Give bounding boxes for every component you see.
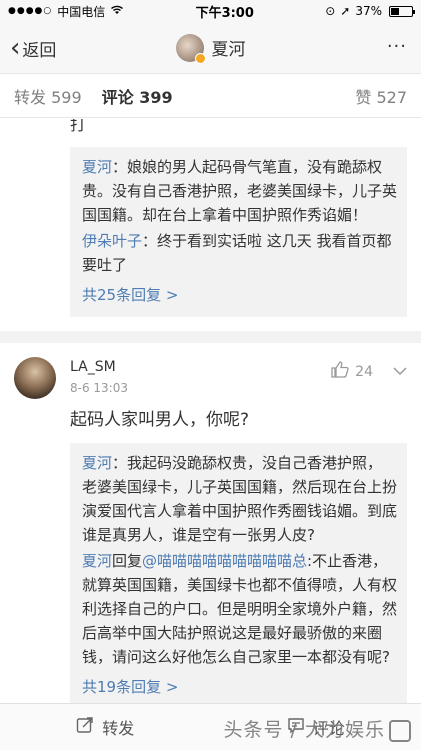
comment-text: 起码人家叫男人，你呢? bbox=[70, 410, 250, 430]
reply-username[interactable]: 夏河 bbox=[82, 552, 112, 570]
avatar[interactable] bbox=[14, 357, 56, 399]
comment-actions: 24 bbox=[331, 361, 407, 382]
tab-likes[interactable]: 赞 527 bbox=[355, 84, 407, 108]
battery-percent: 37% bbox=[355, 4, 382, 18]
lock-rotation-icon: ⊙ bbox=[325, 4, 336, 18]
tab-comments-count: 399 bbox=[139, 87, 173, 107]
reply-item[interactable]: 夏河：娘娘的男人起码骨气笔直，没有跪舔权贵。没有自己香港护照，老婆美国绿卡，儿子… bbox=[82, 155, 397, 227]
thumbs-up-icon[interactable] bbox=[331, 361, 349, 382]
reply-item[interactable]: 夏河：我起码没跪舔权贵，没自己香港护照，老婆美国绿卡，儿子英国国籍，然后现在台上… bbox=[82, 451, 397, 547]
tab-repost-label: 转发 bbox=[14, 87, 47, 107]
signal-icon: ●●●●○ bbox=[8, 6, 53, 16]
chevron-down-icon[interactable] bbox=[393, 364, 407, 380]
status-left: ●●●●○ 中国电信 bbox=[8, 3, 124, 20]
reply-username[interactable]: 夏河 bbox=[82, 454, 112, 472]
verified-badge-icon bbox=[194, 52, 206, 64]
reply-item[interactable]: 夏河回复@喵喵喵喵喵喵喵喵喵总:不止香港，就算英国国籍，美国绿卡也都不值得喷，人… bbox=[82, 549, 397, 669]
reply-item[interactable]: 伊朵叶子：终于看到实话啦 这几天 我看首页都要吐了 bbox=[82, 229, 397, 277]
more-replies-link[interactable]: 共19条回复 > bbox=[82, 675, 397, 699]
reply-mention[interactable]: @喵喵喵喵喵喵喵喵喵总 bbox=[142, 552, 307, 570]
reply-text: ：娘娘的男人起码骨气笔直，没有跪舔权贵。没有自己香港护照，老婆美国绿卡，儿子英国… bbox=[82, 158, 398, 224]
reply-label: 回复 bbox=[112, 552, 143, 570]
repost-icon bbox=[76, 716, 94, 738]
reply-username[interactable]: 伊朵叶子 bbox=[82, 232, 142, 250]
status-right: ⊙ ➚ 37% bbox=[325, 4, 415, 18]
nav-title[interactable]: 夏河 bbox=[175, 33, 246, 64]
battery-icon bbox=[388, 5, 415, 17]
reply-box[interactable]: 夏河：娘娘的男人起码骨气笔直，没有跪舔权贵。没有自己香港护照，老婆美国绿卡，儿子… bbox=[70, 147, 407, 317]
divider bbox=[0, 331, 421, 343]
wifi-icon bbox=[110, 4, 124, 18]
location-icon: ➚ bbox=[340, 4, 351, 18]
tab-repost[interactable]: 转发 599 bbox=[14, 84, 82, 108]
reply-text: ：我起码没跪舔权贵，没自己香港护照，老婆美国绿卡，儿子英国国籍，然后现在台上扮演… bbox=[82, 454, 398, 544]
back-button[interactable]: ‹ 返回 bbox=[10, 22, 56, 74]
bottom-toolbar: 转发 评论 头条号 / 大力娱乐 bbox=[0, 703, 421, 750]
comment-button[interactable]: 评论 bbox=[211, 715, 421, 739]
more-options-button[interactable]: ··· bbox=[387, 36, 407, 57]
comment-item[interactable]: 24 LA_SM 8-6 13:03 起码人家叫男人，你呢? 夏河：我起码没跪舔… bbox=[0, 343, 421, 703]
more-replies-link[interactable]: 共25条回复 > bbox=[82, 283, 397, 307]
like-count: 24 bbox=[355, 363, 373, 380]
status-time: 下午3:00 bbox=[195, 5, 254, 21]
page-title: 夏河 bbox=[211, 40, 246, 60]
comment-icon bbox=[287, 717, 305, 738]
back-label: 返回 bbox=[22, 40, 57, 61]
tab-likes-label: 赞 bbox=[355, 87, 372, 107]
avatar bbox=[175, 33, 206, 64]
tab-comments-label: 评论 bbox=[101, 87, 134, 107]
comment-label: 评论 bbox=[312, 719, 345, 738]
tab-repost-count: 599 bbox=[51, 87, 82, 107]
nav-bar: ‹ 返回 夏河 ··· bbox=[0, 22, 421, 74]
chevron-left-icon: ‹ bbox=[10, 33, 21, 63]
status-bar: ●●●●○ 中国电信 下午3:00 ⊙ ➚ 37% bbox=[0, 0, 421, 22]
comment-list[interactable]: 打 夏河：娘娘的男人起码骨气笔直，没有跪舔权贵。没有自己香港护照，老婆美国绿卡，… bbox=[0, 119, 421, 703]
tab-likes-count: 527 bbox=[376, 87, 407, 107]
repost-button[interactable]: 转发 bbox=[0, 715, 211, 739]
tab-comments[interactable]: 评论 399 bbox=[102, 84, 173, 108]
reply-username[interactable]: 夏河 bbox=[82, 158, 112, 176]
reply-box[interactable]: 夏河：我起码没跪舔权贵，没自己香港护照，老婆美国绿卡，儿子英国国籍，然后现在台上… bbox=[70, 443, 407, 703]
repost-label: 转发 bbox=[102, 719, 135, 738]
partial-comment-text: 打 bbox=[70, 119, 87, 134]
carrier-label: 中国电信 bbox=[57, 4, 106, 19]
tab-bar: 转发 599 评论 399 赞 527 bbox=[0, 74, 421, 118]
comment-time: 8-6 13:03 bbox=[70, 381, 128, 395]
